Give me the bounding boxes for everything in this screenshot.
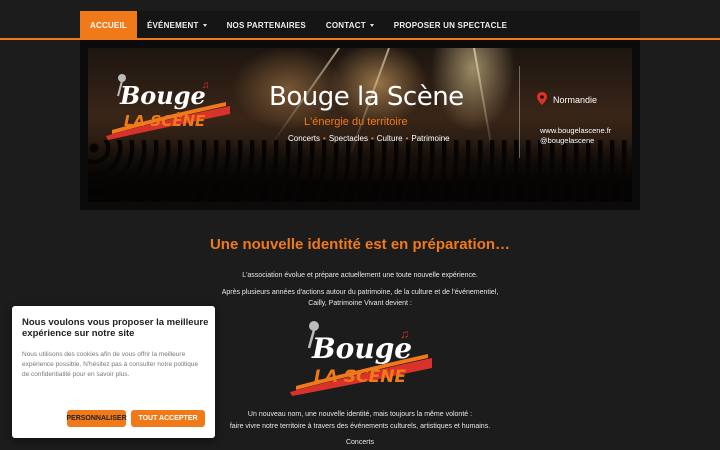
caret-down-icon [369,23,374,27]
dot-separator: • [370,134,374,143]
nav-label: NOS PARTENAIRES [226,20,306,30]
accept-all-cookies-button[interactable]: TOUT ACCEPTER [131,410,205,427]
banner-website: www.bougelascene.fr [540,126,612,135]
logo-text-bouge: Bouge [119,81,206,110]
dot-separator: • [323,134,326,143]
bouge-la-scene-logo: Bouge LA SCÈNE ♫ [106,74,230,140]
nav-item-partenaires[interactable]: NOS PARTENAIRES [217,11,316,39]
customize-cookies-button[interactable]: PERSONNALISER [66,410,127,427]
category-label: Culture [376,134,403,143]
banner-social-handle: @bougelascene [540,136,595,145]
location-pin-icon [537,92,547,105]
banner-image: Bouge LA SCÈNE ♫ Bouge la Scène L'énergi… [88,48,632,202]
banner-title: Bouge la Scène [269,82,464,112]
nav-item-contact[interactable]: CONTACT [316,11,384,39]
dot-separator: • [405,134,409,143]
logo-text-bouge: Bouge [311,332,412,365]
banner-categories: Concerts • Spectacles • Culture • Patrimoine [288,134,450,143]
category-label: Patrimoine [411,134,450,143]
main-nav: ACCUEIL ÉVÉNEMENT NOS PARTENAIRES CONTAC… [80,11,640,39]
crowd-silhouette [88,140,632,202]
banner-location: Normandie [553,95,598,105]
list-item-concerts: Concerts [345,439,374,446]
page: ACCUEIL ÉVÉNEMENT NOS PARTENAIRES CONTAC… [0,0,720,450]
logo-text-la-scene: LA SCÈNE [314,365,406,387]
category-label: Concerts [288,134,321,143]
nav-label: ÉVÉNEMENT [146,20,199,30]
bouge-la-scene-logo-large: Bouge LA SCÈNE ♫ [290,321,432,396]
nav-label: CONTACT [325,20,366,30]
page-heading: Une nouvelle identité est en préparation… [209,236,511,253]
nav-item-proposer-spectacle[interactable]: PROPOSER UN SPECTACLE [384,11,517,39]
history-text-line1: Après plusieurs années d'actions autour … [221,289,499,296]
nav-label: PROPOSER UN SPECTACLE [393,20,508,30]
banner-divider [519,66,520,158]
music-note-icon: ♫ [202,80,210,91]
cookie-consent-dialog: Nous voulons vous proposer la meilleure … [12,306,215,438]
caret-down-icon [202,23,207,27]
banner-tagline: L'énergie du territoire [304,116,408,128]
cookie-description: Nous utilisons des cookies afin de vous … [22,351,199,378]
nav-label: ACCUEIL [90,20,127,30]
logo-text-la-scene: LA SCÈNE [124,111,206,130]
intro-text: L'association évolue et prépare actuelle… [242,272,478,279]
hero-banner: Bouge LA SCÈNE ♫ Bouge la Scène L'énergi… [80,40,640,210]
nav-item-accueil[interactable]: ACCUEIL [80,11,137,39]
nav-item-evenement[interactable]: ÉVÉNEMENT [137,11,217,39]
cookie-title: Nous voulons vous proposer la meilleure … [22,317,209,339]
music-note-icon: ♫ [400,327,409,341]
category-label: Spectacles [328,134,368,143]
